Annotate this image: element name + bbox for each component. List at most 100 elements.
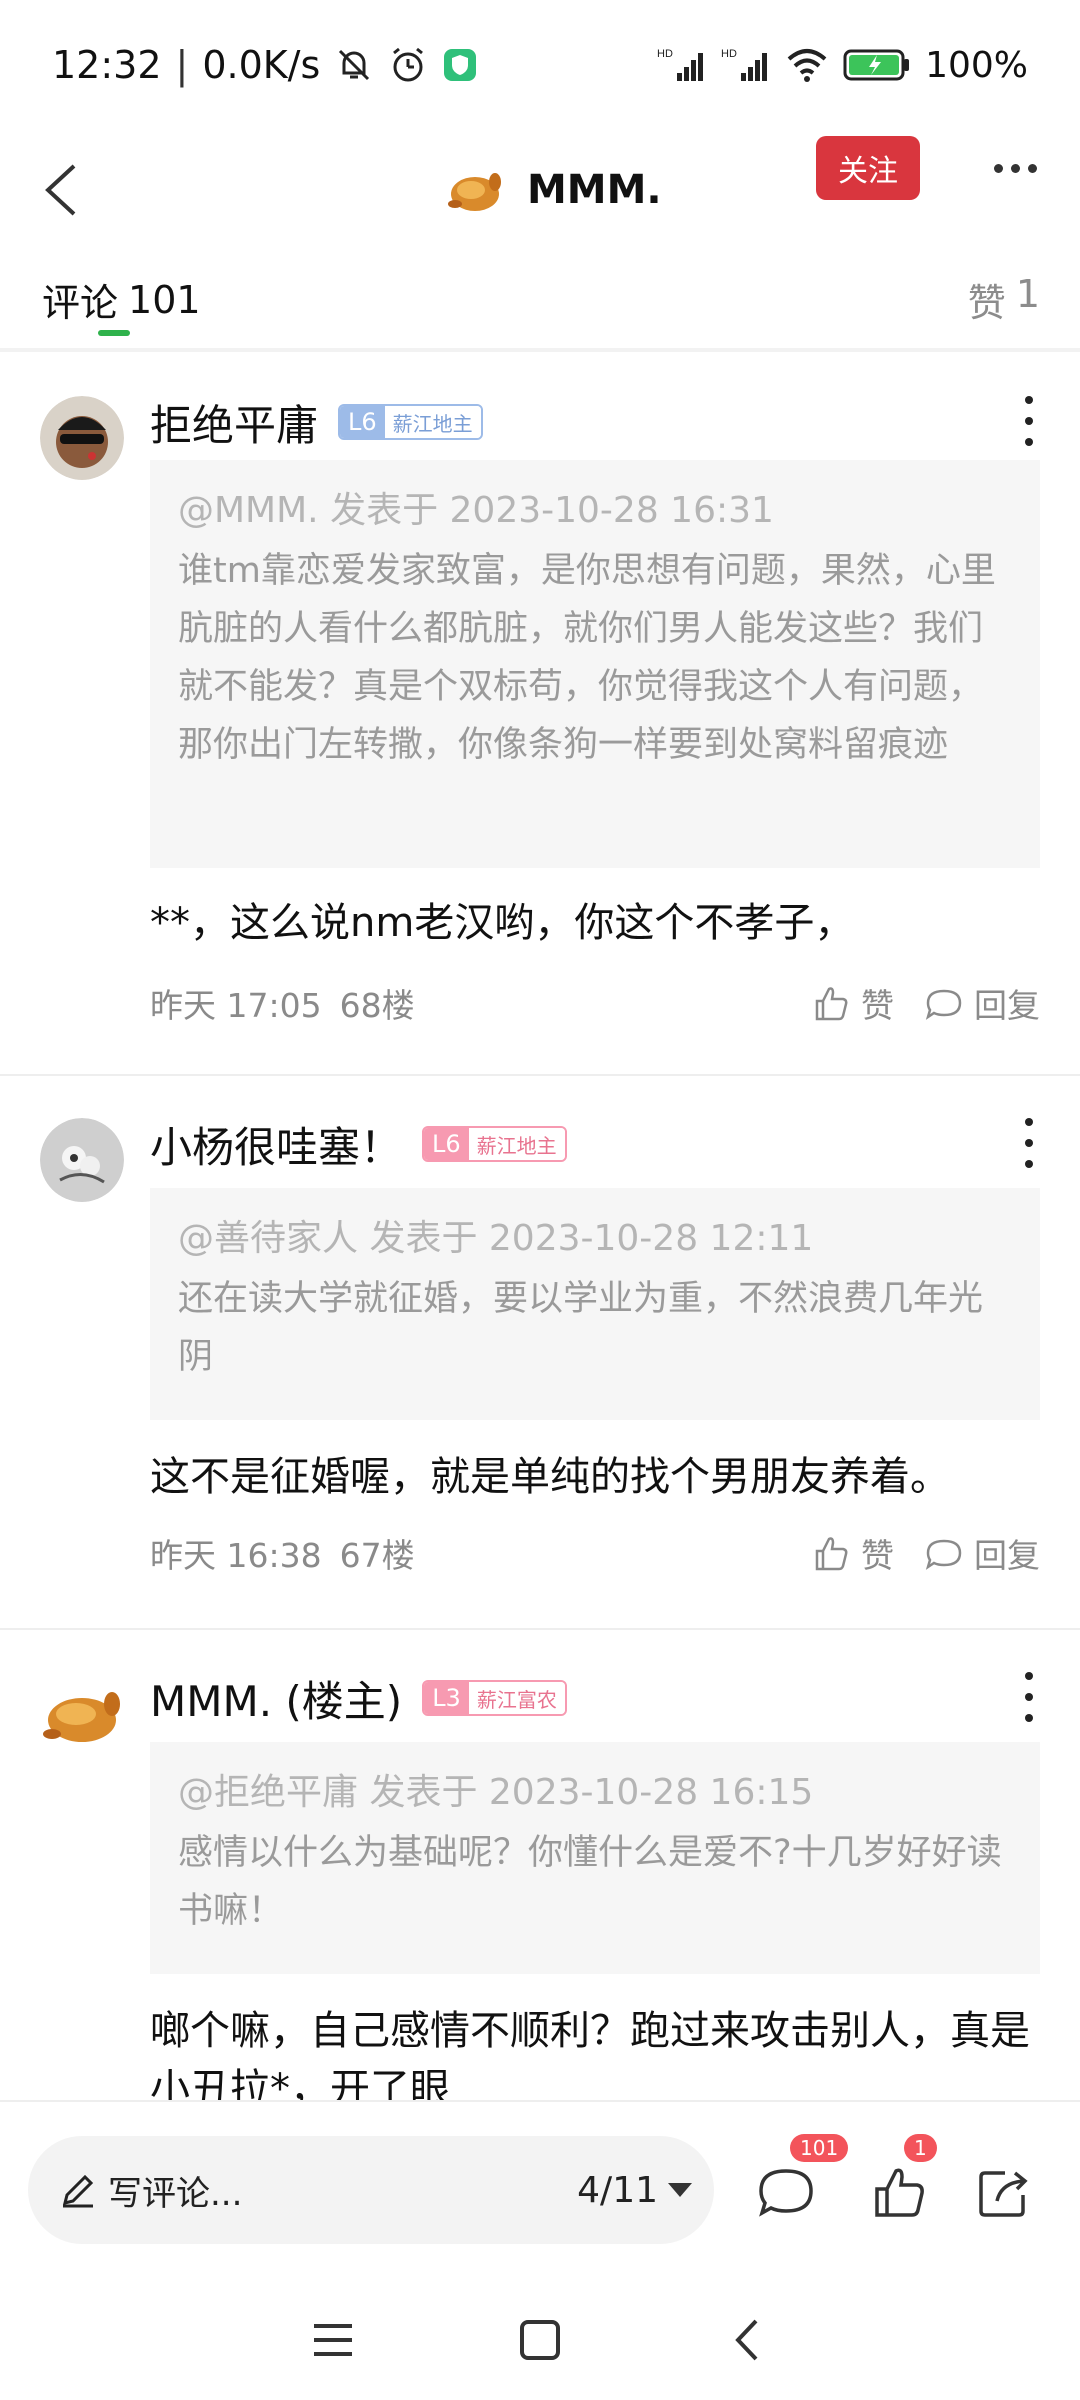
status-right: HD HD 100% <box>657 45 1028 86</box>
page-jump-selector[interactable]: 4/11 <box>577 2170 692 2211</box>
comment-floor: 67楼 <box>339 1536 415 1575</box>
signal-2-icon: HD <box>721 45 771 85</box>
level-title: 薪江地主 <box>384 406 481 438</box>
signal-1-icon: HD <box>657 45 707 85</box>
comment-menu-icon[interactable] <box>1014 396 1044 446</box>
quote-text: 感情以什么为基础呢？你懂什么是爱不?十几岁好好读书嘛！ <box>178 1833 1002 1931</box>
signal-2-hd-label: HD <box>721 48 737 60</box>
like-post-button[interactable]: 1 <box>870 2134 937 2222</box>
tab-comments[interactable]: 评论 101 <box>42 272 201 327</box>
chevron-left-icon <box>45 164 76 216</box>
comment-menu-icon[interactable] <box>1014 1118 1044 1168</box>
speech-bubble-icon <box>925 989 962 1020</box>
comment-item: MMM. (楼主) L3 薪江富农 @拒绝平庸 发表于 2023-10-28 1… <box>0 1632 1080 2102</box>
level-number: L6 <box>424 1128 469 1160</box>
tab-comments-count: 101 <box>128 277 201 322</box>
quote-meta: @拒绝平庸 发表于 2023-10-28 16:15 <box>178 1772 814 1813</box>
comment-actions: 赞 回复 <box>811 1529 1040 1577</box>
status-left: 12:32 | 0.0K/s <box>52 43 478 87</box>
tab-likes[interactable]: 赞 1 <box>968 272 1040 327</box>
thumbs-up-icon <box>815 987 848 1021</box>
comment-menu-icon[interactable] <box>1014 1672 1044 1722</box>
quoted-comment[interactable]: @MMM. 发表于 2023-10-28 16:31 谁tm靠恋爱发家致富，是你… <box>150 460 1040 868</box>
quoted-comment[interactable]: @拒绝平庸 发表于 2023-10-28 16:15 感情以什么为基础呢？你懂什… <box>150 1742 1040 1974</box>
username[interactable]: MMM. (楼主) <box>150 1668 402 1729</box>
like-count-badge: 1 <box>904 2134 937 2162</box>
header-user[interactable]: MMM. <box>445 142 662 238</box>
comment-time: 昨天 17:05 <box>150 986 322 1025</box>
quote-text: 还在读大学就征婚，要以学业为重，不然浪费几年光阴 <box>178 1279 984 1377</box>
comments-button[interactable]: 101 <box>756 2134 849 2222</box>
speech-bubble-icon <box>925 1539 962 1570</box>
tab-bar: 评论 101 赞 1 <box>0 262 1080 352</box>
username[interactable]: 拒绝平庸 <box>150 392 318 453</box>
system-nav-bar <box>0 2280 1080 2400</box>
level-title: 薪江富农 <box>468 1682 565 1714</box>
like-label: 赞 <box>861 1536 894 1575</box>
quoted-comment[interactable]: @善待家人 发表于 2023-10-28 12:11 还在读大学就征婚，要以学业… <box>150 1188 1040 1420</box>
quote-meta: @善待家人 发表于 2023-10-28 12:11 <box>178 1218 814 1259</box>
reply-text: 啷个嘛，自己感情不顺利？跑过来攻击别人，真是小丑拉*，开了眼 <box>150 2008 1030 2102</box>
comment-meta: 昨天 17:05 68楼 赞 回复 <box>150 978 1040 1028</box>
avatar[interactable] <box>40 1118 124 1202</box>
back-nav-icon[interactable] <box>712 2305 782 2375</box>
share-button[interactable] <box>974 2162 1034 2222</box>
like-label: 赞 <box>861 986 894 1025</box>
back-button[interactable] <box>20 150 100 230</box>
caret-down-icon <box>668 2183 692 2197</box>
like-button[interactable]: 赞 <box>811 979 894 1027</box>
more-options-icon[interactable] <box>980 138 1050 198</box>
thumbs-up-icon <box>875 2168 924 2217</box>
home-icon[interactable] <box>505 2305 575 2375</box>
roast-chicken-avatar <box>445 160 505 220</box>
wifi-icon <box>785 45 829 85</box>
tab-active-indicator <box>98 330 130 336</box>
battery-icon <box>843 47 911 83</box>
thumbs-up-icon <box>815 1537 848 1571</box>
comment-floor: 68楼 <box>339 986 415 1025</box>
reply-label: 回复 <box>974 986 1040 1025</box>
comment-input[interactable]: 写评论... 4/11 <box>28 2136 714 2244</box>
menu-icon[interactable] <box>298 2305 368 2375</box>
username[interactable]: 小杨很哇塞！ <box>150 1114 402 1175</box>
comment-input-placeholder: 写评论... <box>108 2173 243 2214</box>
status-time: 12:32 <box>52 43 162 87</box>
reply-text: 这不是征婚喔，就是单纯的找个男朋友养着。 <box>150 1454 950 1500</box>
level-number: L6 <box>340 406 385 438</box>
tab-likes-count: 1 <box>1015 272 1040 316</box>
user-row: 小杨很哇塞！ L6 薪江地主 <box>150 1114 567 1174</box>
reply-label: 回复 <box>974 1536 1040 1575</box>
level-number: L3 <box>424 1682 469 1714</box>
quote-meta: @MMM. 发表于 2023-10-28 16:31 <box>178 490 774 531</box>
like-button[interactable]: 赞 <box>811 1529 894 1577</box>
reply-button[interactable]: 回复 <box>924 979 1040 1027</box>
page-indicator-text: 4/11 <box>577 2169 658 2211</box>
header: MMM. 关注 <box>0 130 1080 250</box>
bottom-bar: 写评论... 4/11 101 1 <box>0 2100 1080 2280</box>
signal-1-hd-label: HD <box>657 48 673 60</box>
level-badge: L6 薪江地主 <box>422 1126 567 1162</box>
level-badge: L3 薪江富农 <box>422 1680 567 1716</box>
comment-meta: 昨天 16:38 67楼 赞 回复 <box>150 1528 1040 1578</box>
follow-button[interactable]: 关注 <box>816 136 920 200</box>
status-net-speed: 0.0K/s <box>202 43 321 87</box>
user-row: 拒绝平庸 L6 薪江地主 <box>150 392 483 452</box>
quote-text: 谁tm靠恋爱发家致富，是你思想有问题，果然，心里肮脏的人看什么都肮脏，就你们男人… <box>178 551 996 765</box>
pen-icon <box>58 2170 98 2210</box>
comment-count-badge: 101 <box>790 2134 849 2162</box>
share-icon <box>979 2171 1028 2217</box>
avatar[interactable] <box>40 396 124 480</box>
avatar[interactable] <box>40 1672 124 1756</box>
alarm-icon <box>388 45 428 85</box>
comment-item: 小杨很哇塞！ L6 薪江地主 @善待家人 发表于 2023-10-28 12:1… <box>0 1078 1080 1630</box>
app-shield-icon <box>442 47 478 83</box>
user-row: MMM. (楼主) L3 薪江富农 <box>150 1668 567 1728</box>
status-divider: | <box>175 43 189 87</box>
battery-percent: 100% <box>925 44 1028 86</box>
level-badge: L6 薪江地主 <box>338 404 483 440</box>
header-title: MMM. <box>527 167 662 213</box>
speech-bubble-icon <box>759 2169 813 2217</box>
tab-likes-label: 赞 <box>967 281 1006 325</box>
tab-comments-label: 评论 <box>42 281 119 325</box>
reply-button[interactable]: 回复 <box>924 1529 1040 1577</box>
